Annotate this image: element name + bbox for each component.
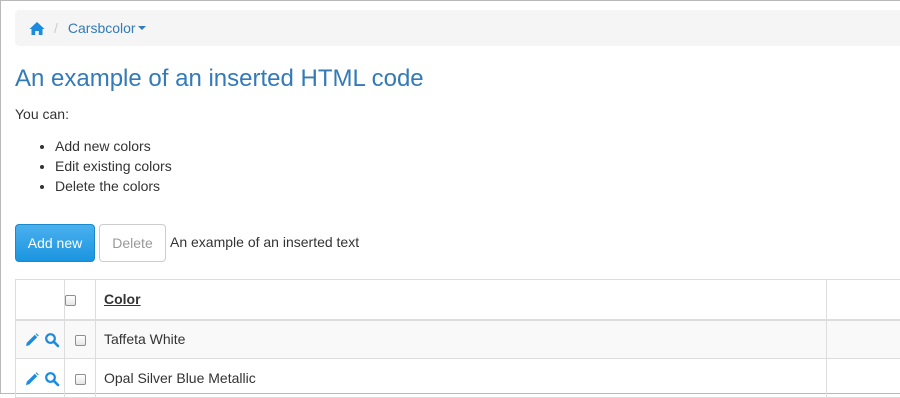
table-row: Taffeta White <box>16 320 900 359</box>
home-icon[interactable] <box>29 20 45 36</box>
color-header-label[interactable]: Color <box>96 291 141 307</box>
row-actions <box>16 359 65 398</box>
table-header-row: Color <box>16 280 900 320</box>
row-checkbox[interactable] <box>75 335 86 346</box>
breadcrumb-current-dropdown[interactable]: Carsbcolor <box>68 20 146 36</box>
color-cell: Taffeta White <box>96 320 827 359</box>
table-row: Opal Silver Blue Metallic <box>16 359 900 398</box>
breadcrumb: / Carsbcolor <box>15 10 900 46</box>
caret-down-icon <box>138 26 146 30</box>
actions-header <box>16 280 65 320</box>
extra-column-header <box>827 280 900 320</box>
row-checkbox[interactable] <box>75 374 86 385</box>
page-title: An example of an inserted HTML code <box>15 64 424 94</box>
feature-item: Delete the colors <box>55 176 172 196</box>
row-actions <box>16 320 65 359</box>
color-column-header[interactable]: Color <box>96 280 827 320</box>
breadcrumb-separator: / <box>54 20 58 36</box>
intro-text: You can: <box>15 106 69 122</box>
colors-table: Color Taffeta White Opal Silver Blue Met… <box>15 279 900 398</box>
extra-cell <box>827 359 900 398</box>
pencil-icon[interactable] <box>24 371 40 387</box>
feature-list: Add new colors Edit existing colors Dele… <box>15 136 172 196</box>
select-all-checkbox[interactable] <box>65 295 76 306</box>
row-select-cell <box>65 320 96 359</box>
row-select-cell <box>65 359 96 398</box>
feature-item: Add new colors <box>55 136 172 156</box>
search-icon[interactable] <box>44 371 60 387</box>
search-icon[interactable] <box>44 332 60 348</box>
color-cell: Opal Silver Blue Metallic <box>96 359 827 398</box>
pencil-icon[interactable] <box>24 332 40 348</box>
add-new-button[interactable]: Add new <box>15 224 95 262</box>
extra-cell <box>827 320 900 359</box>
select-all-header <box>65 280 96 320</box>
feature-item: Edit existing colors <box>55 156 172 176</box>
breadcrumb-current-label: Carsbcolor <box>68 20 136 36</box>
inserted-text: An example of an inserted text <box>170 234 359 250</box>
delete-button[interactable]: Delete <box>99 224 166 262</box>
